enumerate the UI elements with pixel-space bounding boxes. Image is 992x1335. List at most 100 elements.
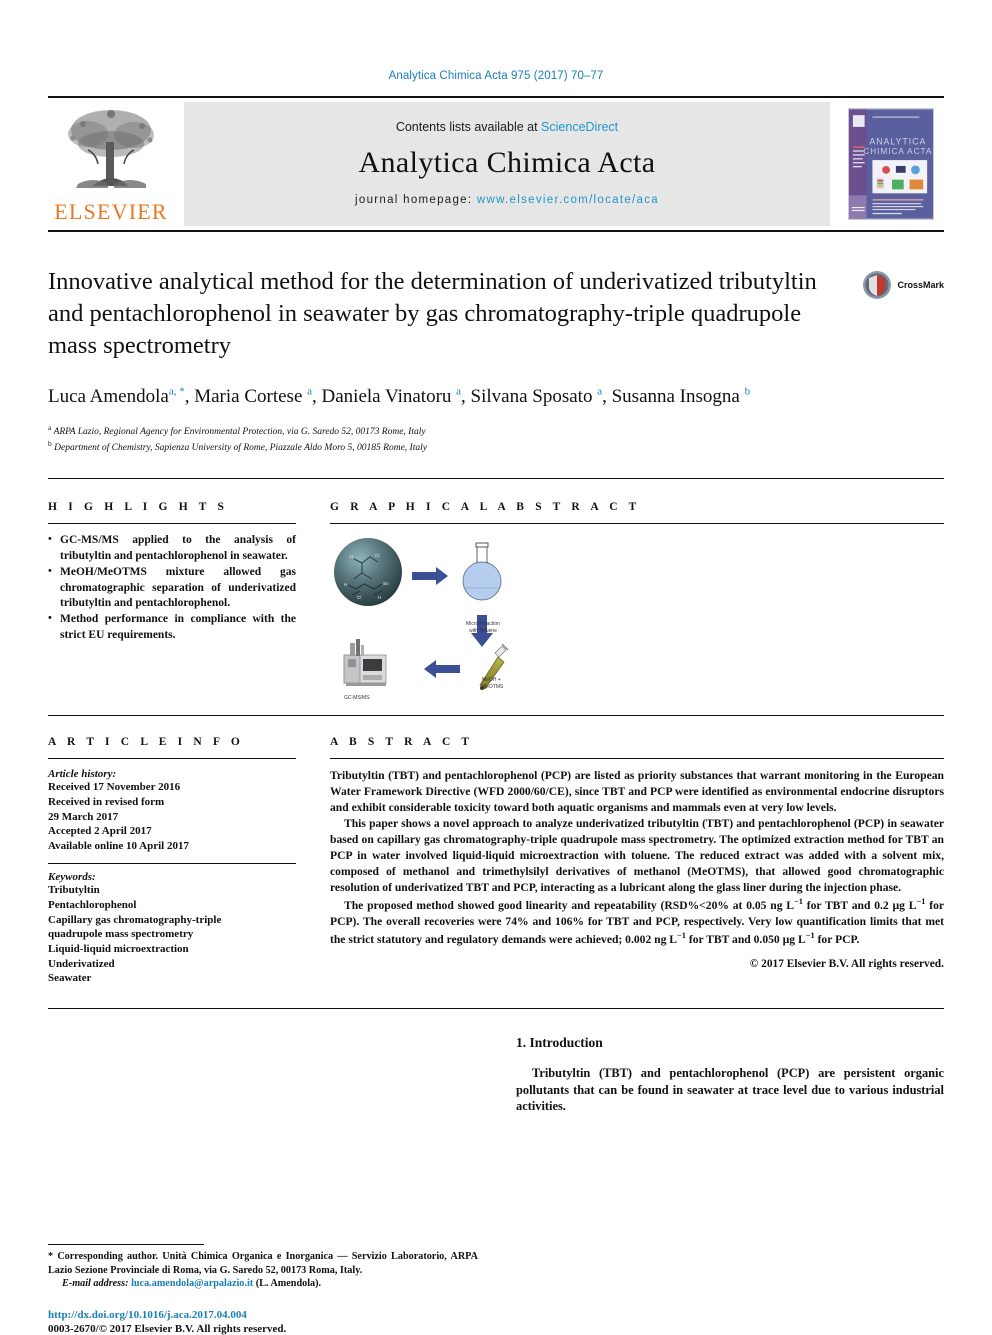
- svg-text:CHIMICA ACTA: CHIMICA ACTA: [863, 147, 932, 156]
- history-line: Available online 10 April 2017: [48, 839, 189, 852]
- author-2-name: , Maria Cortese: [184, 385, 308, 407]
- corresponding-marker: *: [48, 1251, 54, 1263]
- copyright-line: © 2017 Elsevier B.V. All rights reserved…: [749, 957, 944, 970]
- keywords-rule: [48, 863, 296, 865]
- running-head: Analytica Chimica Acta 975 (2017) 70–77: [388, 70, 604, 82]
- keyword-item: quadrupole mass spectrometry: [48, 928, 194, 941]
- affiliation-b: b Department of Chemistry, Sapienza Univ…: [48, 439, 944, 456]
- keyword-item: Underivatized: [48, 957, 115, 970]
- abstract-paragraph-3: The proposed method showed good linearit…: [330, 896, 944, 948]
- vial-label: MeOH + MeOTMS: [482, 677, 504, 690]
- svg-text:Sn: Sn: [383, 581, 389, 586]
- author-3-name: , Daniela Vinatoru: [312, 385, 457, 407]
- svg-text:H: H: [378, 595, 381, 600]
- article-header: Innovative analytical method for the det…: [48, 266, 944, 456]
- list-item: Method performance in compliance with th…: [48, 611, 296, 643]
- introduction-heading: 1. Introduction: [516, 1034, 603, 1050]
- author-5-name: , Susanna Insogna: [602, 385, 745, 407]
- abstract-paragraph-2: This paper shows a novel approach to ana…: [330, 817, 944, 895]
- affiliations-block: a ARPA Lazio, Regional Agency for Enviro…: [48, 423, 944, 457]
- abstract-p3-b: for TBT and 0.2 µg L: [802, 899, 917, 913]
- abstract-section: A B S T R A C T Tributyltin (TBT) and pe…: [330, 736, 944, 986]
- affiliation-b-text: Department of Chemistry, Sapienza Univer…: [54, 443, 427, 454]
- svg-text:Cl: Cl: [375, 553, 379, 558]
- affiliation-a-text: ARPA Lazio, Regional Agency for Environm…: [53, 426, 426, 437]
- svg-text:ANALYTICA: ANALYTICA: [869, 136, 926, 146]
- body-columns: * Corresponding author. Unità Chimica Or…: [48, 1035, 944, 1335]
- abstract-p3-d: for TBT and 0.050 µg L: [685, 932, 806, 946]
- email-note: E-mail address: luca.amendola@arpalazio.…: [48, 1277, 478, 1290]
- graphical-abstract-section: G R A P H I C A L A B S T R A C T H Cl H…: [330, 501, 944, 701]
- abstract-paragraph-1: Tributyltin (TBT) and pentachlorophenol …: [330, 769, 944, 815]
- doi-link[interactable]: http://dx.doi.org/10.1016/j.aca.2017.04.…: [48, 1309, 478, 1321]
- gc-ms-instrument-icon: [343, 639, 387, 687]
- left-body-column: * Corresponding author. Unità Chimica Or…: [48, 1035, 478, 1335]
- journal-homepage-link[interactable]: www.elsevier.com/locate/aca: [477, 194, 659, 206]
- keyword-item: Pentachlorophenol: [48, 899, 137, 912]
- author-1-name: Luca Amendola: [48, 385, 169, 407]
- corresponding-text: Corresponding author. Unità Chimica Orga…: [48, 1251, 478, 1276]
- journal-cover-block: ANALYTICA CHIMICA ACTA: [838, 98, 944, 230]
- email-label: E-mail address:: [62, 1278, 129, 1290]
- sup-minus-one: −1: [677, 931, 686, 941]
- highlights-rule: [48, 523, 296, 525]
- keyword-item: Tributyltin: [48, 884, 100, 897]
- divider-above-highlights: [48, 478, 944, 480]
- history-line: 29 March 2017: [48, 810, 119, 823]
- email-link[interactable]: luca.amendola@arpalazio.it: [131, 1278, 253, 1289]
- elsevier-logo-block: ELSEVIER: [48, 98, 174, 230]
- crossmark-badge[interactable]: CrossMark: [862, 270, 944, 300]
- highlights-section: H I G H L I G H T S GC-MS/MS applied to …: [48, 501, 296, 697]
- author-5-affil-marker: b: [744, 385, 751, 398]
- affiliation-a-marker: a: [48, 422, 52, 432]
- doi-block: http://dx.doi.org/10.1016/j.aca.2017.04.…: [48, 1309, 478, 1335]
- articleinfo-abstract-area: A R T I C L E I N F O Article history: R…: [48, 736, 944, 986]
- footnote-block: * Corresponding author. Unità Chimica Or…: [48, 1244, 478, 1335]
- arrow-right-icon: [412, 567, 448, 586]
- sciencedirect-link[interactable]: ScienceDirect: [541, 120, 618, 134]
- arrow-left-icon: [424, 660, 460, 679]
- email-owner: (L. Amendola).: [255, 1278, 322, 1290]
- flask-icon: [462, 542, 502, 601]
- article-info-section: A R T I C L E I N F O Article history: R…: [48, 736, 296, 986]
- abstract-p3-a: The proposed method showed good linearit…: [344, 899, 795, 913]
- abstract-rule: [330, 758, 944, 760]
- introduction-paragraph: Tributyltin (TBT) and pentachlorophenol …: [516, 1065, 944, 1114]
- divider-above-abstract: [48, 715, 944, 717]
- divider-above-body: [48, 1007, 944, 1009]
- article-info-rule: [48, 758, 296, 760]
- journal-title: Analytica Chimica Acta: [358, 146, 656, 179]
- footnote-rule: [48, 1244, 204, 1246]
- author-4-name: , Silvana Sposato: [461, 385, 598, 407]
- sup-minus-one: −1: [794, 897, 803, 907]
- article-history-label: Article history:: [48, 768, 117, 781]
- contents-prefix: Contents lists available at: [395, 120, 542, 134]
- keywords-label: Keywords:: [48, 871, 96, 884]
- instrument-label: GC-MS/MS: [344, 695, 370, 702]
- seawater-sample-icon: [334, 538, 402, 607]
- keywords-block: Keywords: Tributyltin Pentachlorophenol …: [48, 863, 296, 985]
- flask-label: Microextraction with Toluene: [466, 621, 500, 634]
- history-line: Accepted 2 April 2017: [48, 825, 152, 838]
- keyword-item: Liquid-liquid microextraction: [48, 942, 189, 955]
- workflow-diagram-icon: H Cl H Sn Cl H: [334, 538, 509, 691]
- journal-masthead: ELSEVIER Contents lists available at Sci…: [48, 96, 944, 232]
- history-line: Received 17 November 2016: [48, 781, 181, 794]
- crossmark-icon: [863, 271, 892, 299]
- list-item: MeOH/MeOTMS mixture allowed gas chromato…: [48, 564, 296, 611]
- elsevier-tree-icon: [68, 110, 154, 188]
- highlights-list: GC-MS/MS applied to the analysis of trib…: [48, 532, 296, 643]
- crossmark-label: CrossMark: [897, 280, 944, 290]
- svg-text:H: H: [350, 554, 353, 559]
- graphical-abstract-heading: G R A P H I C A L A B S T R A C T: [330, 501, 641, 514]
- journal-banner: Contents lists available at ScienceDirec…: [184, 102, 830, 226]
- homepage-prefix: journal homepage:: [355, 194, 477, 206]
- abstract-p3-e: for PCP.: [814, 932, 860, 946]
- journal-homepage-line: journal homepage: www.elsevier.com/locat…: [355, 194, 659, 206]
- graphical-abstract-rule: [330, 523, 944, 525]
- corresponding-author-note: * Corresponding author. Unità Chimica Or…: [48, 1250, 478, 1277]
- history-line: Received in revised form: [48, 795, 165, 808]
- highlights-heading: H I G H L I G H T S: [48, 501, 229, 514]
- highlights-graphical-abstract-area: H I G H L I G H T S GC-MS/MS applied to …: [48, 501, 944, 701]
- article-info-heading: A R T I C L E I N F O: [48, 736, 244, 749]
